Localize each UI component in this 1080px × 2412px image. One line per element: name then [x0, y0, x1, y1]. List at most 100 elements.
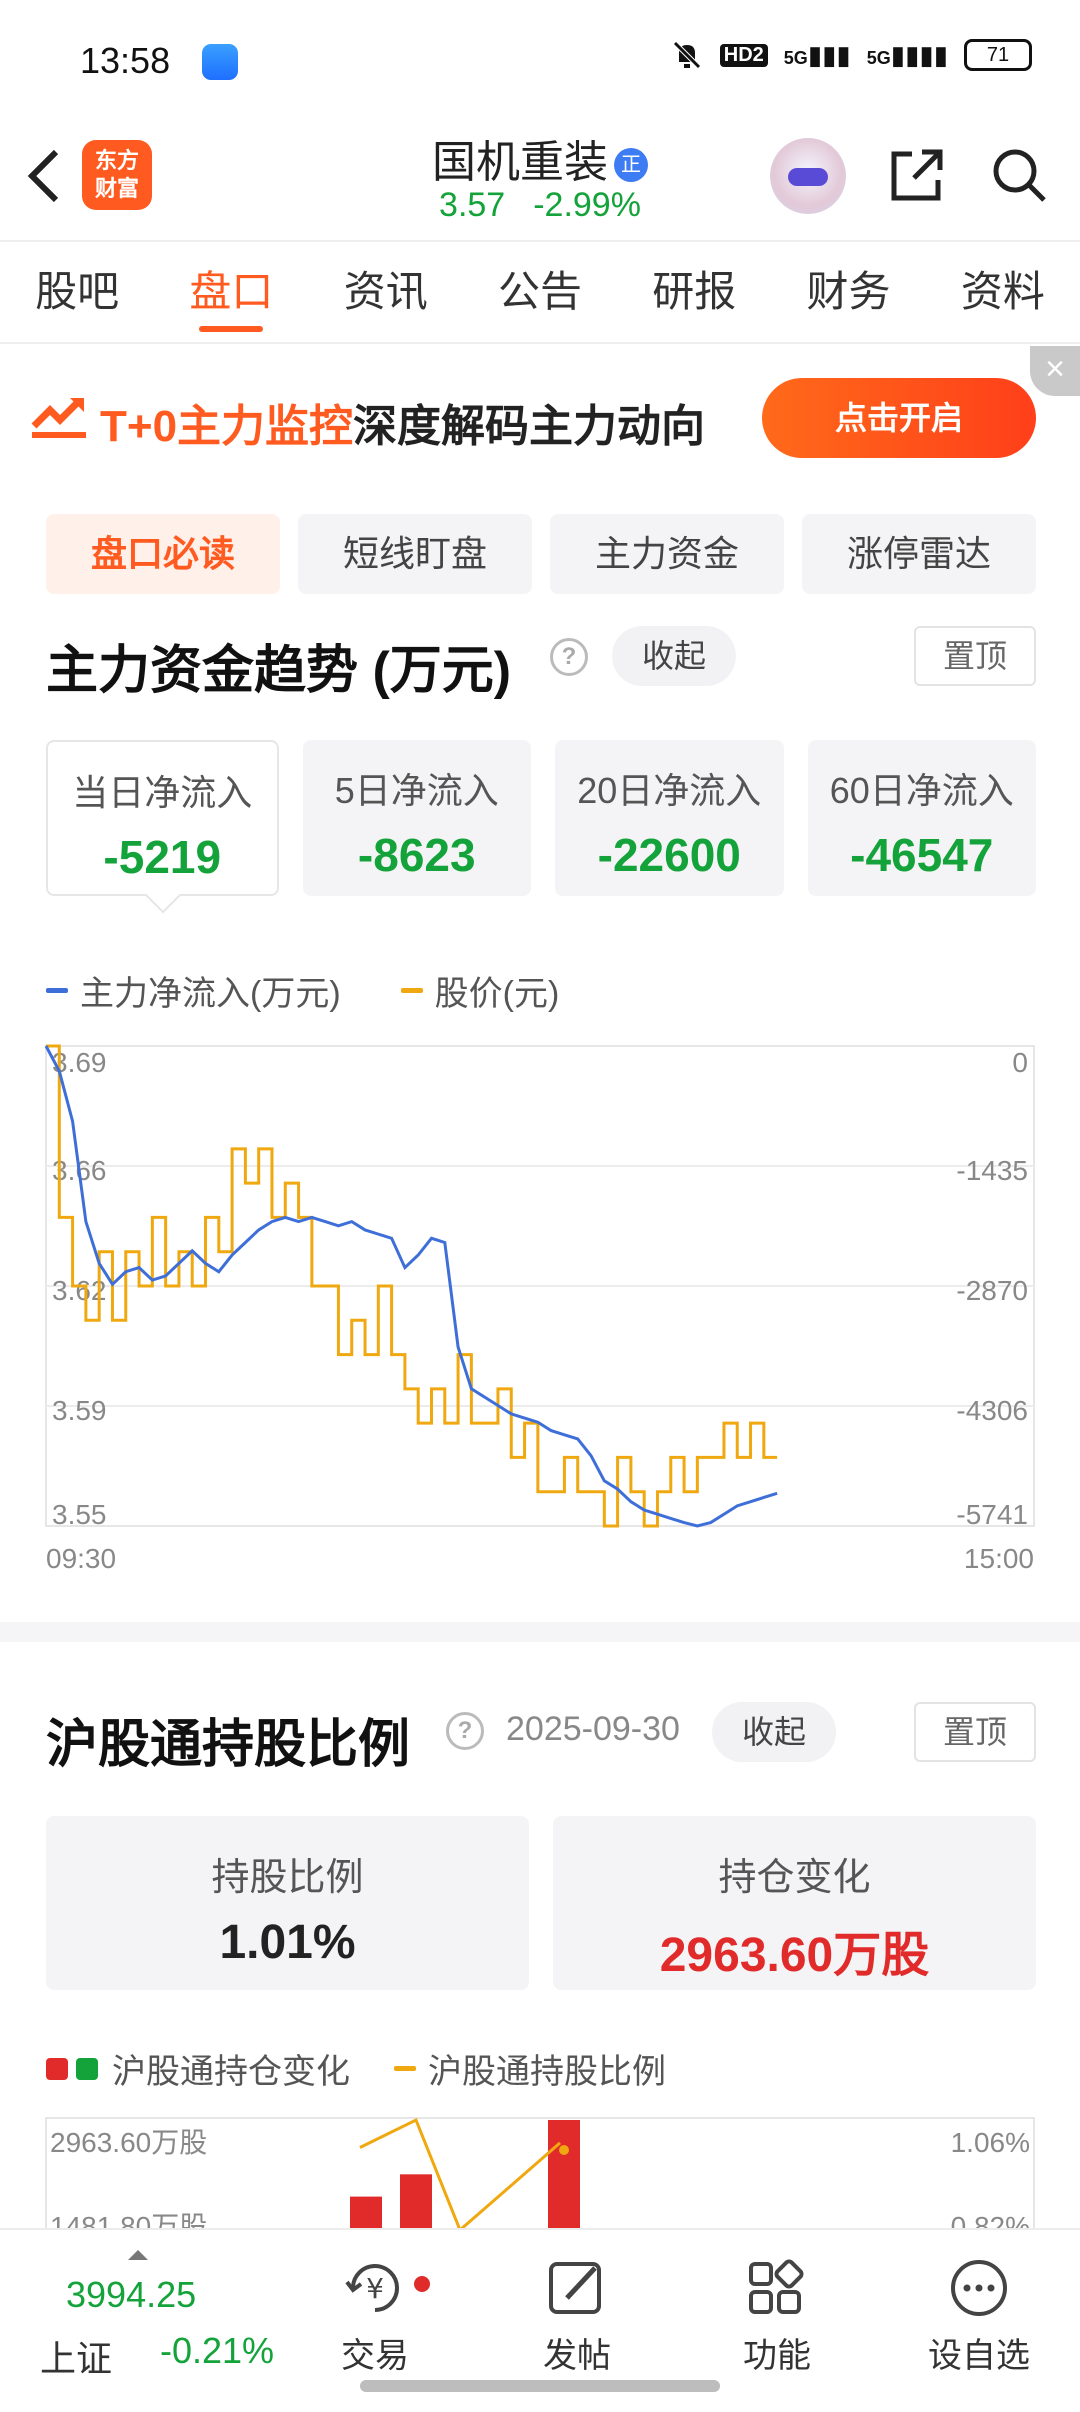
promo-banner[interactable]: T+0主力监控深度解码主力动向 点击开启 ×: [0, 346, 1080, 486]
ai-assistant-icon[interactable]: [770, 138, 846, 214]
nav-label: 交易: [341, 2337, 409, 2375]
collapse-button[interactable]: 收起: [712, 1702, 836, 1762]
legend-bar-label: 沪股通持仓变化: [112, 2053, 350, 2091]
collapse-button[interactable]: 收起: [612, 626, 736, 686]
nav-label: 发帖: [543, 2337, 611, 2375]
nav-post[interactable]: 发帖: [492, 2242, 662, 2382]
search-icon[interactable]: [990, 146, 1048, 204]
bar-hold-change: [350, 2196, 382, 2228]
ratio-point: [559, 2145, 569, 2155]
nav-functions[interactable]: 功能: [692, 2242, 862, 2382]
pankou-subtabs: 盘口必读 短线盯盘 主力资金 涨停雷达: [46, 514, 1036, 594]
legend-square-green: [76, 2057, 98, 2080]
mute-bell-icon: [673, 41, 701, 69]
close-icon[interactable]: ×: [1030, 346, 1080, 396]
signal-5g-icon: 5G▮▮▮▮: [866, 39, 948, 70]
banner-open-button[interactable]: 点击开启: [762, 378, 1036, 458]
flow-card-value: -46547: [850, 829, 994, 881]
hsgt-chart[interactable]: 2963.60万股 1481.80万股 1.06% 0.82%: [0, 2110, 1080, 2228]
subtab-limit-radar[interactable]: 涨停雷达: [802, 514, 1036, 594]
hd-icon: HD2: [719, 43, 768, 67]
home-indicator[interactable]: [360, 2380, 720, 2392]
banner-highlight: T+0主力监控: [100, 402, 354, 451]
legend-line-label: 沪股通持股比例: [428, 2053, 666, 2091]
hsgt-legend: 沪股通持仓变化 沪股通持股比例: [46, 2044, 666, 2093]
y-tick-right: -2870: [956, 1275, 1028, 1306]
index-value[interactable]: 3994.25: [66, 2274, 196, 2316]
banner-text: T+0主力监控深度解码主力动向: [100, 390, 705, 454]
more-icon: [951, 2260, 1007, 2316]
legend-line-orange: [400, 988, 423, 993]
hsgt-summary-cards: 持股比例 1.01% 持仓变化 2963.60万股: [46, 1816, 1036, 1990]
flow-card-60d[interactable]: 60日净流入 -46547: [807, 740, 1036, 896]
subtab-must-read[interactable]: 盘口必读: [46, 514, 280, 594]
tab-announcements[interactable]: 公告: [463, 242, 617, 342]
nav-label: 功能: [743, 2337, 811, 2375]
stock-price: 3.57: [439, 186, 506, 224]
y-tick-left: 2963.60万股: [50, 2127, 207, 2158]
index-change[interactable]: -0.21%: [160, 2330, 274, 2372]
flow-card-5d[interactable]: 5日净流入 -8623: [302, 740, 531, 896]
tab-news[interactable]: 资讯: [309, 242, 463, 342]
subtab-main-funds[interactable]: 主力资金: [550, 514, 784, 594]
expand-up-icon[interactable]: [128, 2250, 148, 2260]
index-name[interactable]: 上证: [40, 2330, 112, 2382]
help-icon[interactable]: ?: [550, 638, 588, 676]
y-tick-left: 3.55: [52, 1499, 107, 1530]
compose-icon: [549, 2262, 601, 2314]
y-tick-right: -4306: [956, 1395, 1028, 1426]
fund-trend-title: 主力资金趋势 (万元): [46, 642, 512, 700]
flow-card-label: 60日净流入: [829, 770, 1014, 811]
legend-line-blue: [46, 988, 68, 993]
app-icon: [202, 44, 238, 80]
flow-card-label: 20日净流入: [577, 770, 762, 811]
hold-ratio-card: 持股比例 1.01%: [46, 1816, 529, 1990]
main-tabs: 股吧 盘口 资讯 公告 研报 财务 资料: [0, 240, 1080, 344]
flow-card-label: 5日净流入: [334, 770, 499, 811]
tab-research[interactable]: 研报: [617, 242, 771, 342]
y-tick-right: 0: [1012, 1047, 1028, 1078]
flow-summary-cards: 当日净流入 -5219 5日净流入 -8623 20日净流入 -22600 60…: [46, 740, 1036, 896]
nav-trade[interactable]: ¥ 交易: [290, 2242, 460, 2382]
pin-top-button[interactable]: 置顶: [914, 1702, 1036, 1762]
subtab-short-term[interactable]: 短线盯盘: [298, 514, 532, 594]
legend-price-label: 股价(元): [434, 975, 560, 1013]
nav-label: 设自选: [928, 2337, 1030, 2375]
help-icon[interactable]: ?: [446, 1712, 484, 1750]
fund-flow-chart[interactable]: 3.69 03.66 -14353.62 -28703.59 -43063.55 -574…: [0, 1030, 1080, 1590]
legend-flow-label: 主力净流入(万元): [80, 975, 341, 1013]
signal-5g-icon: 5G▮▮▮: [783, 39, 851, 70]
stock-header: 东方 财富 国机重装正 3.57 -2.99%: [0, 120, 1080, 240]
y-tick-right: -1435: [956, 1155, 1028, 1186]
flow-card-20d[interactable]: 20日净流入 -22600: [555, 740, 784, 896]
stock-badge-icon: 正: [614, 148, 648, 182]
flow-card-today[interactable]: 当日净流入 -5219: [46, 740, 279, 896]
battery-icon: 71: [964, 39, 1032, 71]
y-tick-left: 1481.80万股: [50, 2211, 207, 2228]
tab-pankou[interactable]: 盘口: [154, 242, 308, 342]
flow-card-label: 当日净流入: [72, 772, 253, 813]
pin-top-button[interactable]: 置顶: [914, 626, 1036, 686]
hold-card-value: 1.01%: [219, 1916, 356, 1969]
tab-guba[interactable]: 股吧: [0, 242, 154, 342]
status-icons: HD2 5G▮▮▮ 5G▮▮▮▮ 71: [670, 38, 1032, 72]
tab-profile[interactable]: 资料: [926, 242, 1080, 342]
stock-name-text: 国机重装: [432, 138, 608, 187]
bar-hold-change: [548, 2120, 580, 2228]
bar-hold-change: [400, 2174, 432, 2228]
y-tick-right: 0.82%: [951, 2211, 1030, 2228]
net-label-1: 5G: [783, 47, 808, 68]
status-time: 13:58: [80, 40, 171, 81]
share-icon[interactable]: [888, 146, 946, 204]
trend-up-icon: [31, 398, 86, 438]
y-tick-right: -5741: [956, 1499, 1028, 1530]
hsgt-title: 沪股通持股比例: [46, 1716, 411, 1774]
nav-add-watchlist[interactable]: 设自选: [894, 2242, 1064, 2382]
flow-card-value: -5219: [103, 831, 222, 883]
legend-line-orange: [394, 2066, 416, 2071]
tab-finance[interactable]: 财务: [771, 242, 925, 342]
series-line-ratio: [359, 2117, 561, 2228]
flow-card-value: -22600: [597, 829, 741, 881]
notification-dot: [414, 2276, 430, 2292]
x-tick-start: 09:30: [46, 1543, 116, 1574]
